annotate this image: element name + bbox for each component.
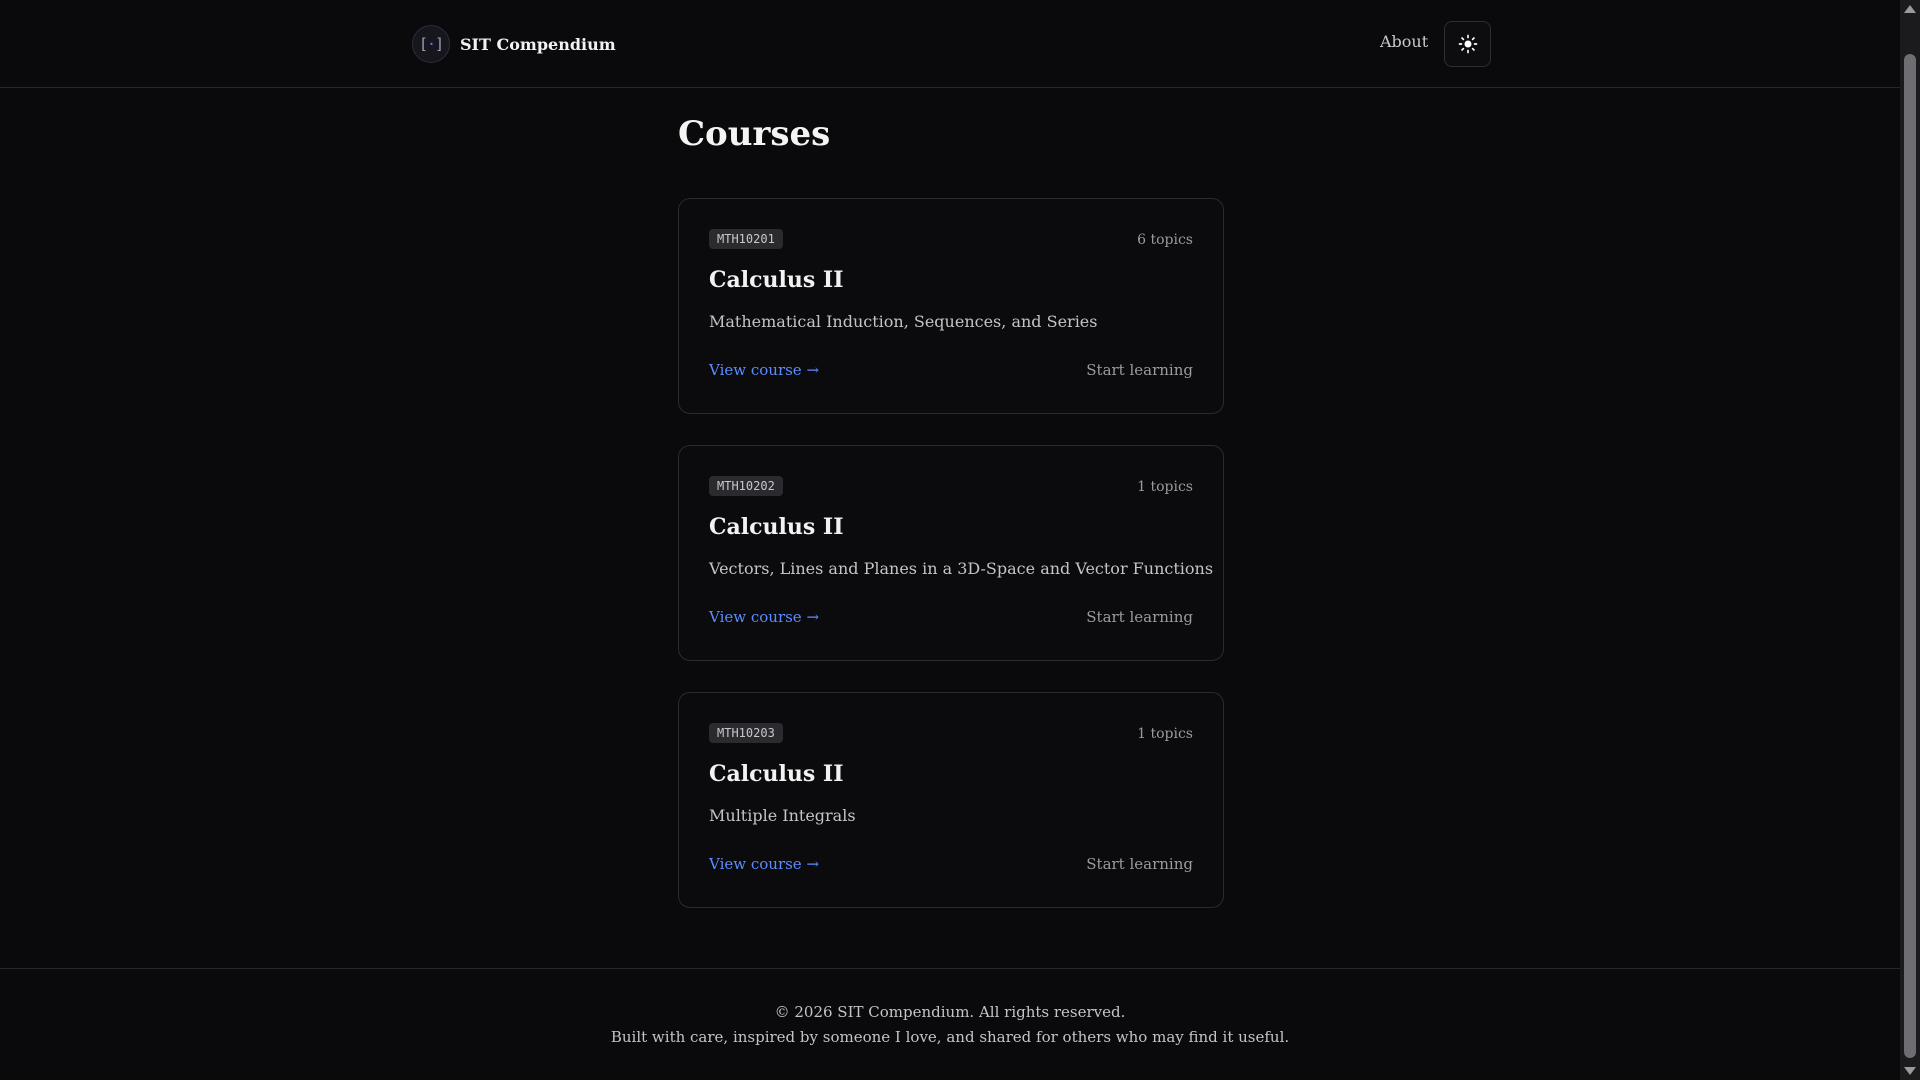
course-code-badge: MTH10203 <box>709 723 783 743</box>
footer-copyright: © 2026 SIT Compendium. All rights reserv… <box>774 1003 1126 1021</box>
nav-about-link[interactable]: About <box>1380 32 1428 51</box>
view-course-link[interactable]: View course → <box>709 608 819 626</box>
logo-icon: [·] <box>412 25 450 63</box>
course-card: MTH10203 1 topics Calculus II Multiple I… <box>678 692 1224 908</box>
site-footer: © 2026 SIT Compendium. All rights reserv… <box>0 968 1900 1080</box>
view-course-link[interactable]: View course → <box>709 361 819 379</box>
course-card: MTH10201 6 topics Calculus II Mathematic… <box>678 198 1224 414</box>
course-description: Mathematical Induction, Sequences, and S… <box>709 312 1098 331</box>
view-course-link[interactable]: View course → <box>709 855 819 873</box>
scroll-up-arrow-icon[interactable] <box>1904 5 1916 13</box>
vertical-scrollbar[interactable] <box>1900 0 1920 1080</box>
sun-icon <box>1458 34 1477 54</box>
footer-tagline: Built with care, inspired by someone I l… <box>610 1028 1290 1046</box>
course-name: Calculus II <box>709 761 844 787</box>
course-code-badge: MTH10202 <box>709 476 783 496</box>
page-title: Courses <box>678 114 831 154</box>
scrollbar-thumb[interactable] <box>1904 54 1916 1058</box>
brand-name: SIT Compendium <box>460 34 616 54</box>
brand-home-link[interactable]: [·] SIT Compendium <box>412 24 616 64</box>
topics-count: 1 topics <box>1137 479 1193 495</box>
theme-toggle-button[interactable] <box>1444 21 1491 67</box>
topics-count: 6 topics <box>1137 232 1193 248</box>
page: [·] SIT Compendium About Courses MTH1020… <box>0 0 1920 1080</box>
course-code-badge: MTH10201 <box>709 229 783 249</box>
course-name: Calculus II <box>709 514 844 540</box>
start-learning-label: Start learning <box>1086 855 1193 873</box>
topics-count: 1 topics <box>1137 726 1193 742</box>
scroll-down-arrow-icon[interactable] <box>1904 1067 1916 1075</box>
start-learning-label: Start learning <box>1086 608 1193 626</box>
site-header: [·] SIT Compendium About <box>0 0 1900 88</box>
course-description: Multiple Integrals <box>709 806 856 825</box>
course-name: Calculus II <box>709 267 844 293</box>
start-learning-label: Start learning <box>1086 361 1193 379</box>
course-card: MTH10202 1 topics Calculus II Vectors, L… <box>678 445 1224 661</box>
course-description: Vectors, Lines and Planes in a 3D-Space … <box>709 559 1214 578</box>
